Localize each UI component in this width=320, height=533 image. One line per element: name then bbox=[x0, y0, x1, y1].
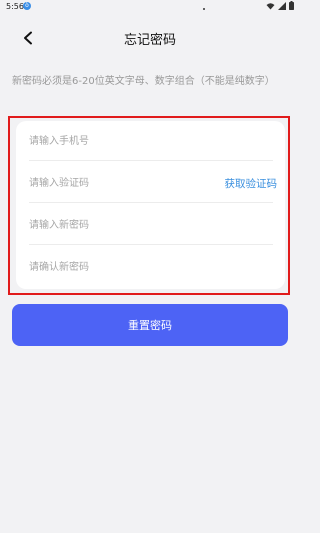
reset-password-button[interactable]: 重置密码 bbox=[12, 304, 288, 346]
page-title: 忘记密码 bbox=[123, 33, 176, 48]
password-rule-hint: 新密码必须是6-20位英文字母、数字组合（不能是纯数字） bbox=[12, 76, 275, 87]
signal-icon bbox=[278, 1, 286, 10]
wifi-icon bbox=[266, 2, 275, 9]
battery-icon bbox=[289, 1, 294, 10]
navigation-bar: 忘记密码 bbox=[0, 22, 300, 54]
notification-badge-icon: ò bbox=[23, 2, 31, 10]
status-indicator-dot bbox=[203, 8, 205, 10]
form-highlight-frame bbox=[8, 116, 290, 295]
status-icons bbox=[266, 1, 294, 10]
status-bar: 5:56 ò bbox=[0, 0, 300, 14]
status-time: 5:56 bbox=[6, 2, 24, 11]
